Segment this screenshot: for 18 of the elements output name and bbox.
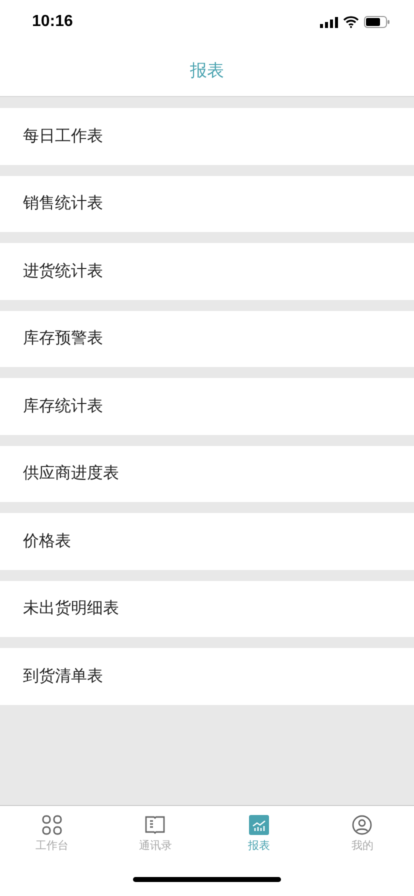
battery-icon: [364, 16, 390, 28]
report-item[interactable]: 供应商进度表: [0, 446, 414, 502]
report-item[interactable]: 销售统计表: [0, 176, 414, 232]
page-title: 报表: [190, 60, 224, 82]
signal-icon: [320, 16, 338, 28]
grid-icon: [42, 815, 62, 835]
report-item[interactable]: 进货统计表: [0, 243, 414, 300]
report-item[interactable]: 到货清单表: [0, 648, 414, 704]
report-item[interactable]: 价格表: [0, 513, 414, 570]
report-item[interactable]: 每日工作表: [0, 108, 414, 164]
chart-icon: [248, 815, 269, 835]
status-time: 10:16: [32, 13, 73, 31]
book-icon: [145, 815, 166, 835]
wifi-icon: [343, 16, 359, 28]
report-item[interactable]: 库存统计表: [0, 378, 414, 434]
report-item[interactable]: 未出货明细表: [0, 580, 414, 637]
user-icon: [352, 815, 372, 835]
report-item[interactable]: 库存预警表: [0, 310, 414, 367]
